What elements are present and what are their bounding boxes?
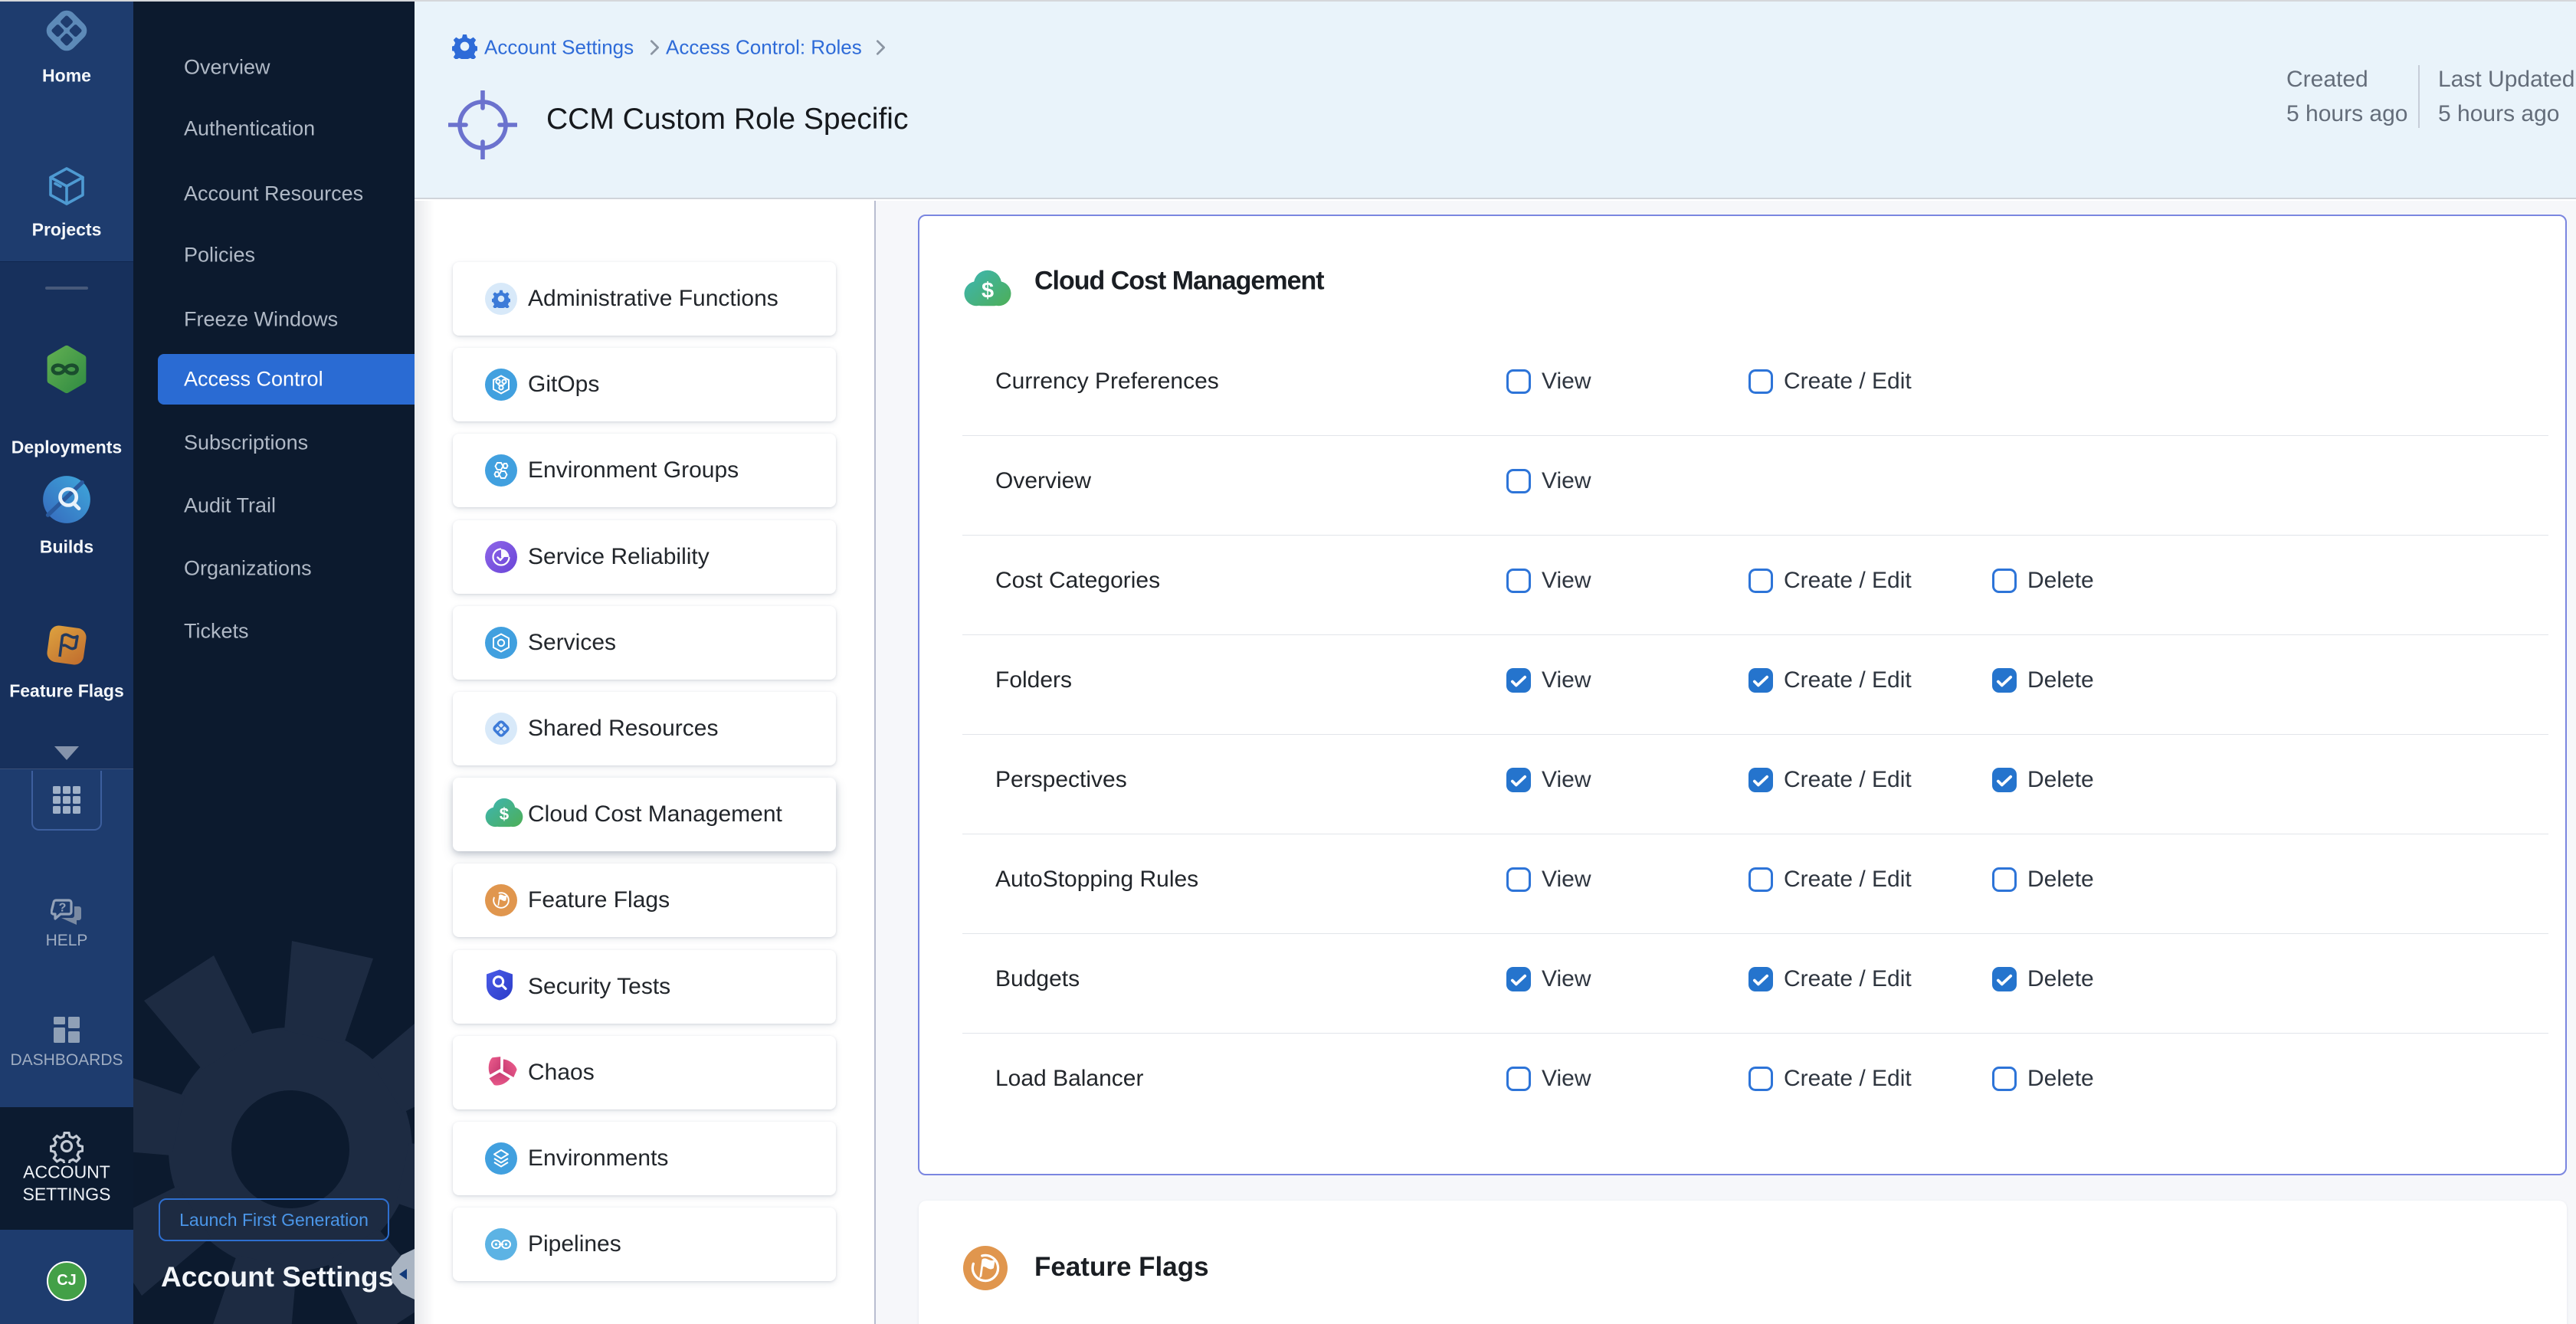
svg-text:$: $ bbox=[982, 278, 994, 303]
svg-text:$: $ bbox=[500, 805, 510, 824]
svg-text:?: ? bbox=[59, 902, 67, 915]
